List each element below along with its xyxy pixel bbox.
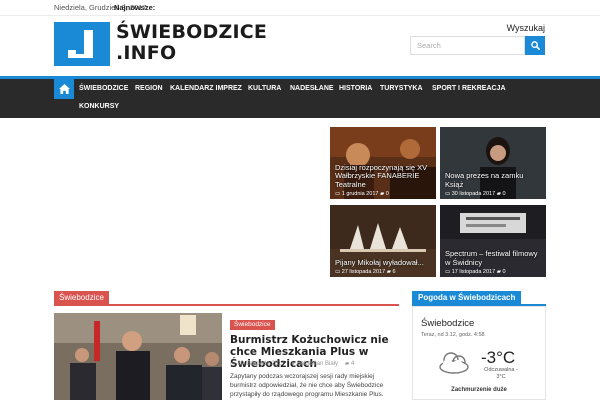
nav-item-kultura[interactable]: KULTURA bbox=[248, 79, 281, 99]
search-button[interactable] bbox=[525, 36, 545, 55]
comment-icon: ▰ bbox=[496, 269, 501, 275]
comment-icon: ▰ bbox=[496, 191, 501, 197]
home-icon bbox=[58, 84, 70, 94]
search-icon bbox=[530, 41, 540, 50]
weather-temperature: -3°C bbox=[481, 348, 516, 367]
featured-date-2: 30 listopada 2017 bbox=[451, 191, 496, 197]
logo-text: ŚWIEBODZICE .INFO bbox=[116, 22, 267, 64]
nav-item-kalendarz-imprez[interactable]: KALENDARZ IMPREZ bbox=[170, 79, 242, 99]
nav-item-swiebodzice[interactable]: ŚWIEBODZICE bbox=[79, 79, 128, 99]
article-image[interactable] bbox=[54, 313, 222, 400]
featured-title-3: Pijany Mikołaj wyładował... bbox=[335, 257, 424, 267]
nav-item-region[interactable]: REGION bbox=[135, 79, 163, 99]
top-bar: Niedziela, Grudzień 3, 2017 Najnowsze: bbox=[0, 0, 600, 16]
weather-feels-like: Odczuwalna - 3°C bbox=[484, 367, 518, 381]
article-comments[interactable]: 4 bbox=[351, 361, 354, 367]
calendar-icon: ▭ bbox=[445, 191, 451, 197]
nav-item-historia[interactable]: HISTORIA bbox=[339, 79, 372, 99]
weather-title: Pogoda w Świebodzicach bbox=[412, 291, 522, 305]
article-category-badge[interactable]: Świebodzice bbox=[230, 320, 275, 330]
article-meta: ▭ 30 listopada 2017 ● Sebastian Biały ▰ … bbox=[230, 360, 354, 367]
featured-title-2: Nowa prezes na zamku Książ bbox=[445, 171, 524, 189]
latest-news-label: Najnowsze: bbox=[114, 3, 156, 12]
featured-date-1: 1 grudnia 2017 bbox=[341, 191, 379, 197]
calendar-icon: ▭ bbox=[445, 269, 451, 275]
article-author[interactable]: Sebastian Biały bbox=[297, 361, 338, 367]
featured-title-1: Dzisiaj rozpoczynają się XV Wałbrzyskie … bbox=[335, 162, 428, 189]
calendar-icon: ▭ bbox=[335, 191, 341, 197]
featured-comments-1: 0 bbox=[385, 191, 389, 197]
featured-post-4[interactable]: Spectrum – festiwal filmowy w Świdnicy ▭… bbox=[440, 205, 546, 277]
nav-item-turystyka[interactable]: TURYSTYKA bbox=[380, 79, 423, 99]
featured-comments-4: 0 bbox=[502, 269, 506, 275]
featured-title-4: Spectrum – festiwal filmowy w Świdnicy bbox=[445, 249, 538, 267]
home-button[interactable] bbox=[54, 79, 74, 99]
article-date: 30 listopada 2017 bbox=[237, 361, 285, 367]
search-input[interactable] bbox=[410, 36, 525, 55]
featured-post-3[interactable]: Pijany Mikołaj wyładował... ▭ 27 listopa… bbox=[330, 205, 436, 277]
comment-icon: ▰ bbox=[386, 269, 391, 275]
comment-icon: ▰ bbox=[344, 361, 350, 367]
calendar-icon: ▭ bbox=[230, 361, 236, 367]
weather-time: Teraz, nd 3.12, godz. 4:58 bbox=[421, 332, 485, 338]
featured-post-1[interactable]: Dzisiaj rozpoczynają się XV Wałbrzyskie … bbox=[330, 127, 436, 199]
logo-mark bbox=[54, 22, 110, 66]
comment-icon: ▰ bbox=[379, 191, 385, 197]
page: Niedziela, Grudzień 3, 2017 Najnowsze: Ś… bbox=[0, 0, 600, 400]
featured-comments-3: 6 bbox=[392, 269, 396, 275]
featured-meta-1: ▭ 1 grudnia 2017 ▰ 0 bbox=[335, 191, 389, 197]
feels-like-value: 3°C bbox=[496, 374, 506, 380]
nav-item-sport-i-rekreacja[interactable]: SPORT I REKREACJA bbox=[432, 79, 506, 99]
featured-meta-3: ▭ 27 listopada 2017 ▰ 6 bbox=[335, 269, 396, 275]
featured-meta-4: ▭ 17 listopada 2017 ▰ 0 bbox=[445, 269, 506, 275]
article-photo bbox=[54, 313, 222, 400]
featured-comments-2: 0 bbox=[502, 191, 506, 197]
nav-item-konkursy[interactable]: KONKURSY bbox=[79, 97, 119, 117]
article-excerpt: Zapytany podczas wczorajszej sesji rady … bbox=[230, 373, 384, 398]
logo-line-2: .INFO bbox=[116, 42, 177, 64]
featured-date-4: 17 listopada 2017 bbox=[451, 269, 496, 275]
logo-line-1: ŚWIEBODZICE bbox=[116, 21, 268, 43]
featured-post-2[interactable]: Nowa prezes na zamku Książ ▭ 30 listopad… bbox=[440, 127, 546, 199]
search-label: Wyszukaj bbox=[506, 23, 545, 33]
section-title[interactable]: Świebodzice bbox=[54, 291, 109, 305]
weather-city: Świebodzice bbox=[421, 318, 475, 329]
featured-date-3: 27 listopada 2017 bbox=[341, 269, 386, 275]
feels-like-label: Odczuwalna - bbox=[484, 367, 518, 373]
weather-description: Zachmurzenie duże bbox=[451, 387, 507, 393]
main-navigation: ŚWIEBODZICE REGION KALENDARZ IMPREZ KULT… bbox=[0, 76, 600, 118]
featured-meta-2: ▭ 30 listopada 2017 ▰ 0 bbox=[445, 191, 506, 197]
user-icon: ● bbox=[291, 361, 296, 367]
site-logo[interactable]: ŚWIEBODZICE .INFO bbox=[54, 22, 267, 66]
cloud-icon bbox=[439, 352, 469, 374]
calendar-icon: ▭ bbox=[335, 269, 341, 275]
nav-item-nadeslane[interactable]: NADESŁANE bbox=[290, 79, 334, 99]
